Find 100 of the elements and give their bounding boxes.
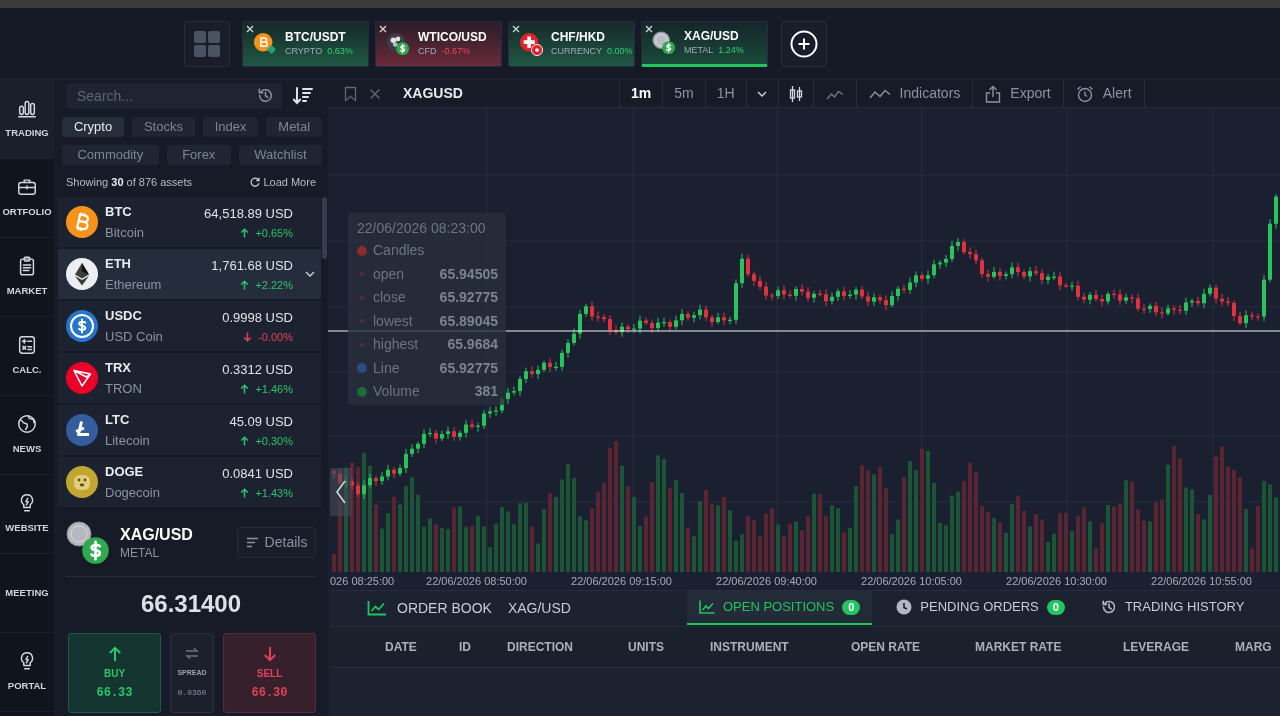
time-axis-label: 22/06/2026 10:55:00 — [1150, 573, 1253, 589]
swap-icon — [185, 647, 199, 661]
search-field[interactable]: Search... — [66, 83, 282, 109]
scroll-left-button[interactable] — [330, 468, 352, 516]
panel-tab[interactable]: TRADING HISTORY — [1088, 591, 1257, 625]
arrow-up-icon — [107, 646, 122, 662]
instrument-tab[interactable]: XAG/USD METAL 1.24% — [641, 20, 768, 67]
tab-symbol: BTC/USDT — [285, 30, 347, 45]
instrument-category: METAL — [120, 544, 161, 561]
arrow-down-icon — [262, 646, 277, 662]
add-tab-button[interactable] — [781, 20, 827, 67]
asset-symbol: USDC — [105, 307, 143, 325]
coin-icon — [66, 414, 98, 446]
sort-icon — [292, 86, 314, 106]
chevron-down-icon[interactable] — [304, 268, 316, 280]
series-label: Candles — [373, 241, 425, 261]
field-label: lowest — [373, 311, 413, 331]
field-label: open — [373, 264, 405, 284]
candlestick-icon[interactable] — [788, 84, 803, 103]
bookmark-icon[interactable] — [344, 85, 357, 102]
bullet-icon — [360, 295, 364, 300]
details-button[interactable]: Details — [237, 527, 316, 558]
asset-symbol: DOGE — [105, 463, 145, 481]
tab-change: 1.24% — [718, 44, 744, 56]
sell-button[interactable]: SELL 66.30 — [223, 633, 316, 713]
asset-change: +0.65% — [255, 225, 293, 240]
tab-category: CURRENCY — [551, 45, 602, 57]
filter-chip[interactable]: Forex — [166, 145, 231, 165]
indicators-button[interactable]: Indicators — [856, 80, 974, 107]
calculator-icon — [16, 334, 38, 357]
asset-change: +2.22% — [255, 277, 293, 292]
alert-button[interactable]: Alert — [1063, 80, 1145, 107]
line-chart-icon — [698, 600, 715, 614]
interval-button[interactable]: 1m — [620, 80, 664, 107]
field-value: 65.94505 — [439, 264, 498, 284]
count-badge: 0 — [842, 599, 861, 615]
nav-item[interactable]: TRADING — [0, 80, 54, 159]
asset-row[interactable]: BTC Bitcoin 64,518.89 USD +0.65% — [58, 197, 321, 249]
asset-symbol: LTC — [105, 411, 131, 429]
asset-symbol: TRX — [105, 359, 132, 377]
asset-row[interactable]: DOGE Dogecoin 0.0841 USD +1.43% — [58, 457, 321, 509]
tab-category: CRYPTO — [285, 45, 323, 57]
asset-row[interactable]: TRX TRON 0.3312 USD +1.46% — [58, 353, 321, 405]
asset-symbol: ETH — [105, 255, 132, 273]
column-header: OPEN RATE — [851, 639, 922, 656]
tab-change: -0.67% — [441, 45, 471, 57]
count-badge: 0 — [1046, 599, 1065, 615]
series-value: 381 — [474, 382, 498, 402]
diamond-coin-icon — [66, 258, 98, 290]
asset-change: +0.30% — [255, 433, 293, 448]
order-book-tab[interactable]: ORDER BOOK — [367, 591, 492, 625]
filter-chip[interactable]: Commodity — [62, 145, 159, 165]
asset-change: +1.43% — [255, 485, 293, 500]
list-icon — [245, 537, 259, 548]
instrument-tab[interactable]: BTC/USDT CRYPTO 0.63% — [242, 20, 369, 67]
panel-tab[interactable]: OPEN POSITIONS 0 — [686, 591, 873, 625]
asset-row[interactable]: LTC Litecoin 45.09 USD +0.30% — [58, 405, 321, 457]
column-header: DATE — [385, 639, 418, 656]
alarm-clock-icon — [1075, 84, 1094, 103]
wave-icon — [868, 87, 891, 100]
asset-price: 0.9998 USD — [222, 308, 293, 327]
interval-button[interactable]: 5m — [663, 80, 706, 107]
instrument-tab[interactable]: CHF/HKD CURRENCY 0.00% — [508, 20, 635, 67]
filter-chip[interactable]: Metal — [266, 117, 322, 137]
interval-button[interactable]: 1H — [705, 80, 747, 107]
filter-chip[interactable]: Crypto — [62, 117, 125, 137]
asset-price: 0.3312 USD — [222, 360, 293, 379]
tab-change: 0.00% — [607, 45, 633, 57]
asset-row[interactable]: USDC USD Coin 0.9998 USD -0.00% — [58, 301, 321, 353]
asset-price: 1,761.68 USD — [211, 256, 293, 275]
bullet-icon — [360, 272, 364, 277]
asset-count-text: Showing 30 of 876 assets — [66, 174, 192, 190]
series-label: Volume — [373, 382, 420, 402]
instrument-tab[interactable]: WTICO/USD CFD -0.67% — [375, 20, 502, 67]
time-axis-label: 22/06/2026 09:40:00 — [715, 573, 818, 589]
tab-symbol: WTICO/USD — [418, 30, 487, 45]
series-label: Line — [373, 358, 400, 378]
field-value: 65.92775 — [439, 288, 498, 308]
load-more-button[interactable]: Load More — [250, 173, 316, 191]
asset-name: TRON — [105, 380, 142, 398]
clock-icon — [896, 599, 913, 615]
field-label: close — [373, 288, 406, 308]
panel-tab[interactable]: PENDING ORDERS 0 — [884, 591, 1077, 625]
asset-change: -0.00% — [258, 329, 293, 344]
filter-chip[interactable]: Index — [202, 117, 259, 137]
series-value: 65.92775 — [439, 358, 498, 378]
tab-symbol: XAG/USD — [684, 29, 740, 44]
filter-chip[interactable]: Watchlist — [238, 145, 322, 165]
filter-chip[interactable]: Stocks — [132, 117, 195, 137]
export-button[interactable]: Export — [973, 80, 1064, 107]
buy-button[interactable]: BUY 66.33 — [68, 633, 161, 713]
asset-name: USD Coin — [105, 328, 163, 346]
time-axis-label: 22/06/2026 10:05:00 — [860, 573, 963, 589]
column-header: ID — [459, 639, 472, 656]
field-value: 65.89045 — [439, 311, 498, 331]
scrollbar-thumb[interactable] — [322, 197, 327, 259]
asset-row[interactable]: ETH Ethereum 1,761.68 USD +2.22% — [58, 249, 321, 301]
column-header: DIRECTION — [507, 639, 574, 656]
history-icon[interactable] — [257, 87, 274, 104]
sort-button[interactable] — [292, 86, 314, 106]
